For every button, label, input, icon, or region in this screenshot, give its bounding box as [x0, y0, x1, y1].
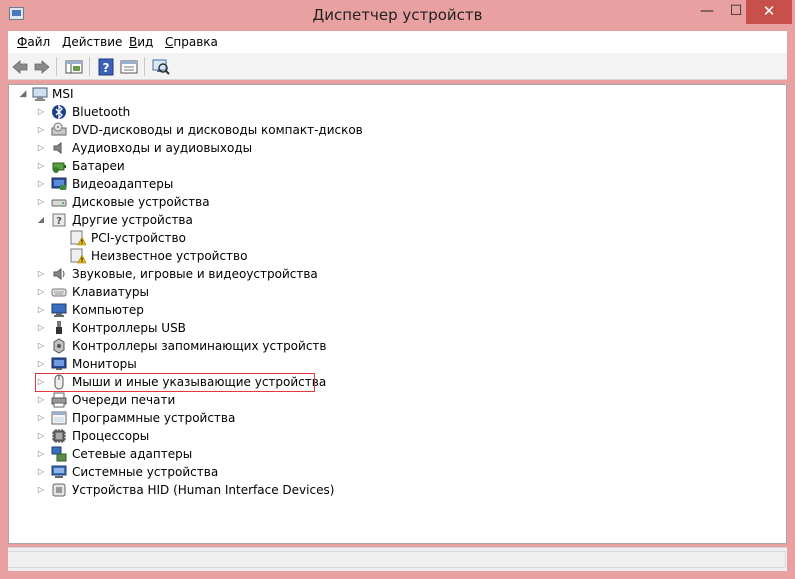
computer-icon: [51, 303, 67, 317]
battery-icon: [52, 162, 66, 173]
expand-arrow-icon[interactable]: ▷: [36, 103, 46, 121]
svg-text:?: ?: [56, 216, 62, 227]
toolbar-separator: [89, 57, 90, 76]
menu-action-label: ействие: [71, 35, 123, 49]
monitor-icon: [51, 357, 67, 370]
expand-arrow-icon[interactable]: ▷: [36, 283, 46, 301]
expand-arrow-icon[interactable]: ▷: [36, 355, 46, 373]
tree-category-label: Компьютер: [72, 303, 144, 317]
expand-arrow-icon[interactable]: ▷: [36, 445, 46, 463]
menu-action-accesskey: Д: [62, 35, 72, 49]
expand-arrow-icon[interactable]: ▷: [36, 481, 46, 499]
expand-arrow-icon[interactable]: ▷: [36, 337, 46, 355]
system-device-icon: [51, 465, 67, 478]
close-button[interactable]: ✕: [746, 0, 792, 24]
highlight-box: [35, 373, 315, 392]
tree-category-label: Bluetooth: [72, 105, 131, 119]
hid-icon: [52, 483, 66, 497]
tree-category-label: Звуковые, игровые и видеоустройства: [72, 267, 318, 281]
tree-category-label: Дисковые устройства: [72, 195, 210, 209]
menu-view-accesskey: В: [129, 35, 138, 49]
unknown-device-warning-icon: [70, 248, 86, 264]
other-devices-icon: ?: [52, 213, 66, 227]
expand-arrow-icon[interactable]: ▷: [36, 319, 46, 337]
help-icon[interactable]: ?: [97, 58, 115, 76]
tree-category-label: Видеоадаптеры: [72, 177, 174, 191]
tree-category-label: Контроллеры USB: [72, 321, 186, 335]
expand-arrow-icon[interactable]: ▷: [36, 121, 46, 139]
sound-icon: [53, 268, 65, 280]
status-bar-panel: [8, 551, 786, 568]
display-adapter-icon: [51, 177, 67, 190]
menu-bar: Файл Действие Вид Справка: [8, 31, 787, 53]
expand-arrow-icon[interactable]: ▷: [36, 193, 46, 211]
computer-root-icon: [32, 87, 48, 101]
back-icon[interactable]: [11, 58, 29, 76]
menu-action[interactable]: Действие: [62, 35, 122, 49]
tree-category-label: Другие устройства: [72, 213, 193, 227]
tree-category-label: Программные устройства: [72, 411, 236, 425]
tree-category-label: Мониторы: [72, 357, 137, 371]
device-manager-window: Диспетчер устройств — ☐ ✕ Файл Действие …: [0, 0, 795, 579]
menu-view[interactable]: Вид: [129, 35, 153, 49]
tree-category-label: Процессоры: [72, 429, 150, 443]
expand-arrow-icon[interactable]: ▷: [36, 157, 46, 175]
bluetooth-icon: [52, 104, 66, 120]
menu-view-label: ид: [137, 35, 154, 49]
print-queue-icon: [51, 392, 67, 408]
tree-category-label: DVD-дисководы и дисководы компакт-дисков: [72, 123, 363, 137]
status-bar: [8, 547, 787, 571]
title-bar[interactable]: Диспетчер устройств — ☐ ✕: [0, 0, 795, 30]
menu-help[interactable]: Справка: [165, 35, 218, 49]
expand-arrow-icon[interactable]: ▷: [36, 175, 46, 193]
minimize-button[interactable]: —: [692, 0, 722, 24]
toolbar-separator: [56, 57, 57, 76]
tree-root-label: MSI: [52, 87, 74, 101]
tree-category-label: Контроллеры запоминающих устройств: [72, 339, 327, 353]
collapse-arrow-icon[interactable]: ◢: [18, 85, 28, 103]
disk-drive-icon: [51, 199, 67, 207]
svg-text:?: ?: [103, 61, 110, 75]
network-adapter-icon: [51, 446, 67, 462]
audio-io-icon: [53, 142, 62, 154]
tree-category-label: Батареи: [72, 159, 125, 173]
usb-icon: [56, 321, 62, 334]
tree-category-label: Сетевые адаптеры: [72, 447, 193, 461]
toolbar: ?: [8, 53, 787, 80]
tree-category-label: Устройства HID (Human Interface Devices): [72, 483, 335, 497]
tree-device-label: Неизвестное устройство: [91, 249, 248, 263]
tree-category-label: Аудиовходы и аудиовыходы: [72, 141, 253, 155]
menu-help-label: правка: [173, 35, 218, 49]
tree-category-label: Клавиатуры: [72, 285, 149, 299]
expand-arrow-icon[interactable]: ▷: [36, 463, 46, 481]
dvd-drive-icon: [51, 122, 67, 136]
storage-controller-icon: [53, 338, 65, 354]
tree-category-label: Очереди печати: [72, 393, 176, 407]
expand-arrow-icon[interactable]: ▷: [36, 409, 46, 427]
expand-arrow-icon[interactable]: ▷: [36, 139, 46, 157]
keyboard-icon: [51, 288, 67, 297]
expand-arrow-icon[interactable]: ▷: [36, 301, 46, 319]
expand-arrow-icon[interactable]: ▷: [36, 427, 46, 445]
tree-category-label: Системные устройства: [72, 465, 219, 479]
forward-icon[interactable]: [33, 58, 51, 76]
menu-file-label: айл: [27, 35, 51, 49]
expand-arrow-icon[interactable]: ▷: [36, 265, 46, 283]
scan-hardware-icon[interactable]: [152, 58, 170, 76]
console-tree-icon[interactable]: [65, 58, 83, 76]
collapse-arrow-icon[interactable]: ◢: [36, 211, 46, 229]
menu-file-accesskey: Ф: [17, 35, 28, 49]
unknown-device-warning-icon: [70, 230, 86, 246]
software-device-icon: [51, 411, 67, 425]
menu-file[interactable]: Файл: [17, 35, 50, 49]
processor-icon: [52, 429, 66, 443]
properties-icon[interactable]: [120, 58, 138, 76]
expand-arrow-icon[interactable]: ▷: [36, 391, 46, 409]
tree-device-label: PCI-устройство: [91, 231, 186, 245]
toolbar-separator: [144, 57, 145, 76]
window-title: Диспетчер устройств: [312, 6, 483, 24]
